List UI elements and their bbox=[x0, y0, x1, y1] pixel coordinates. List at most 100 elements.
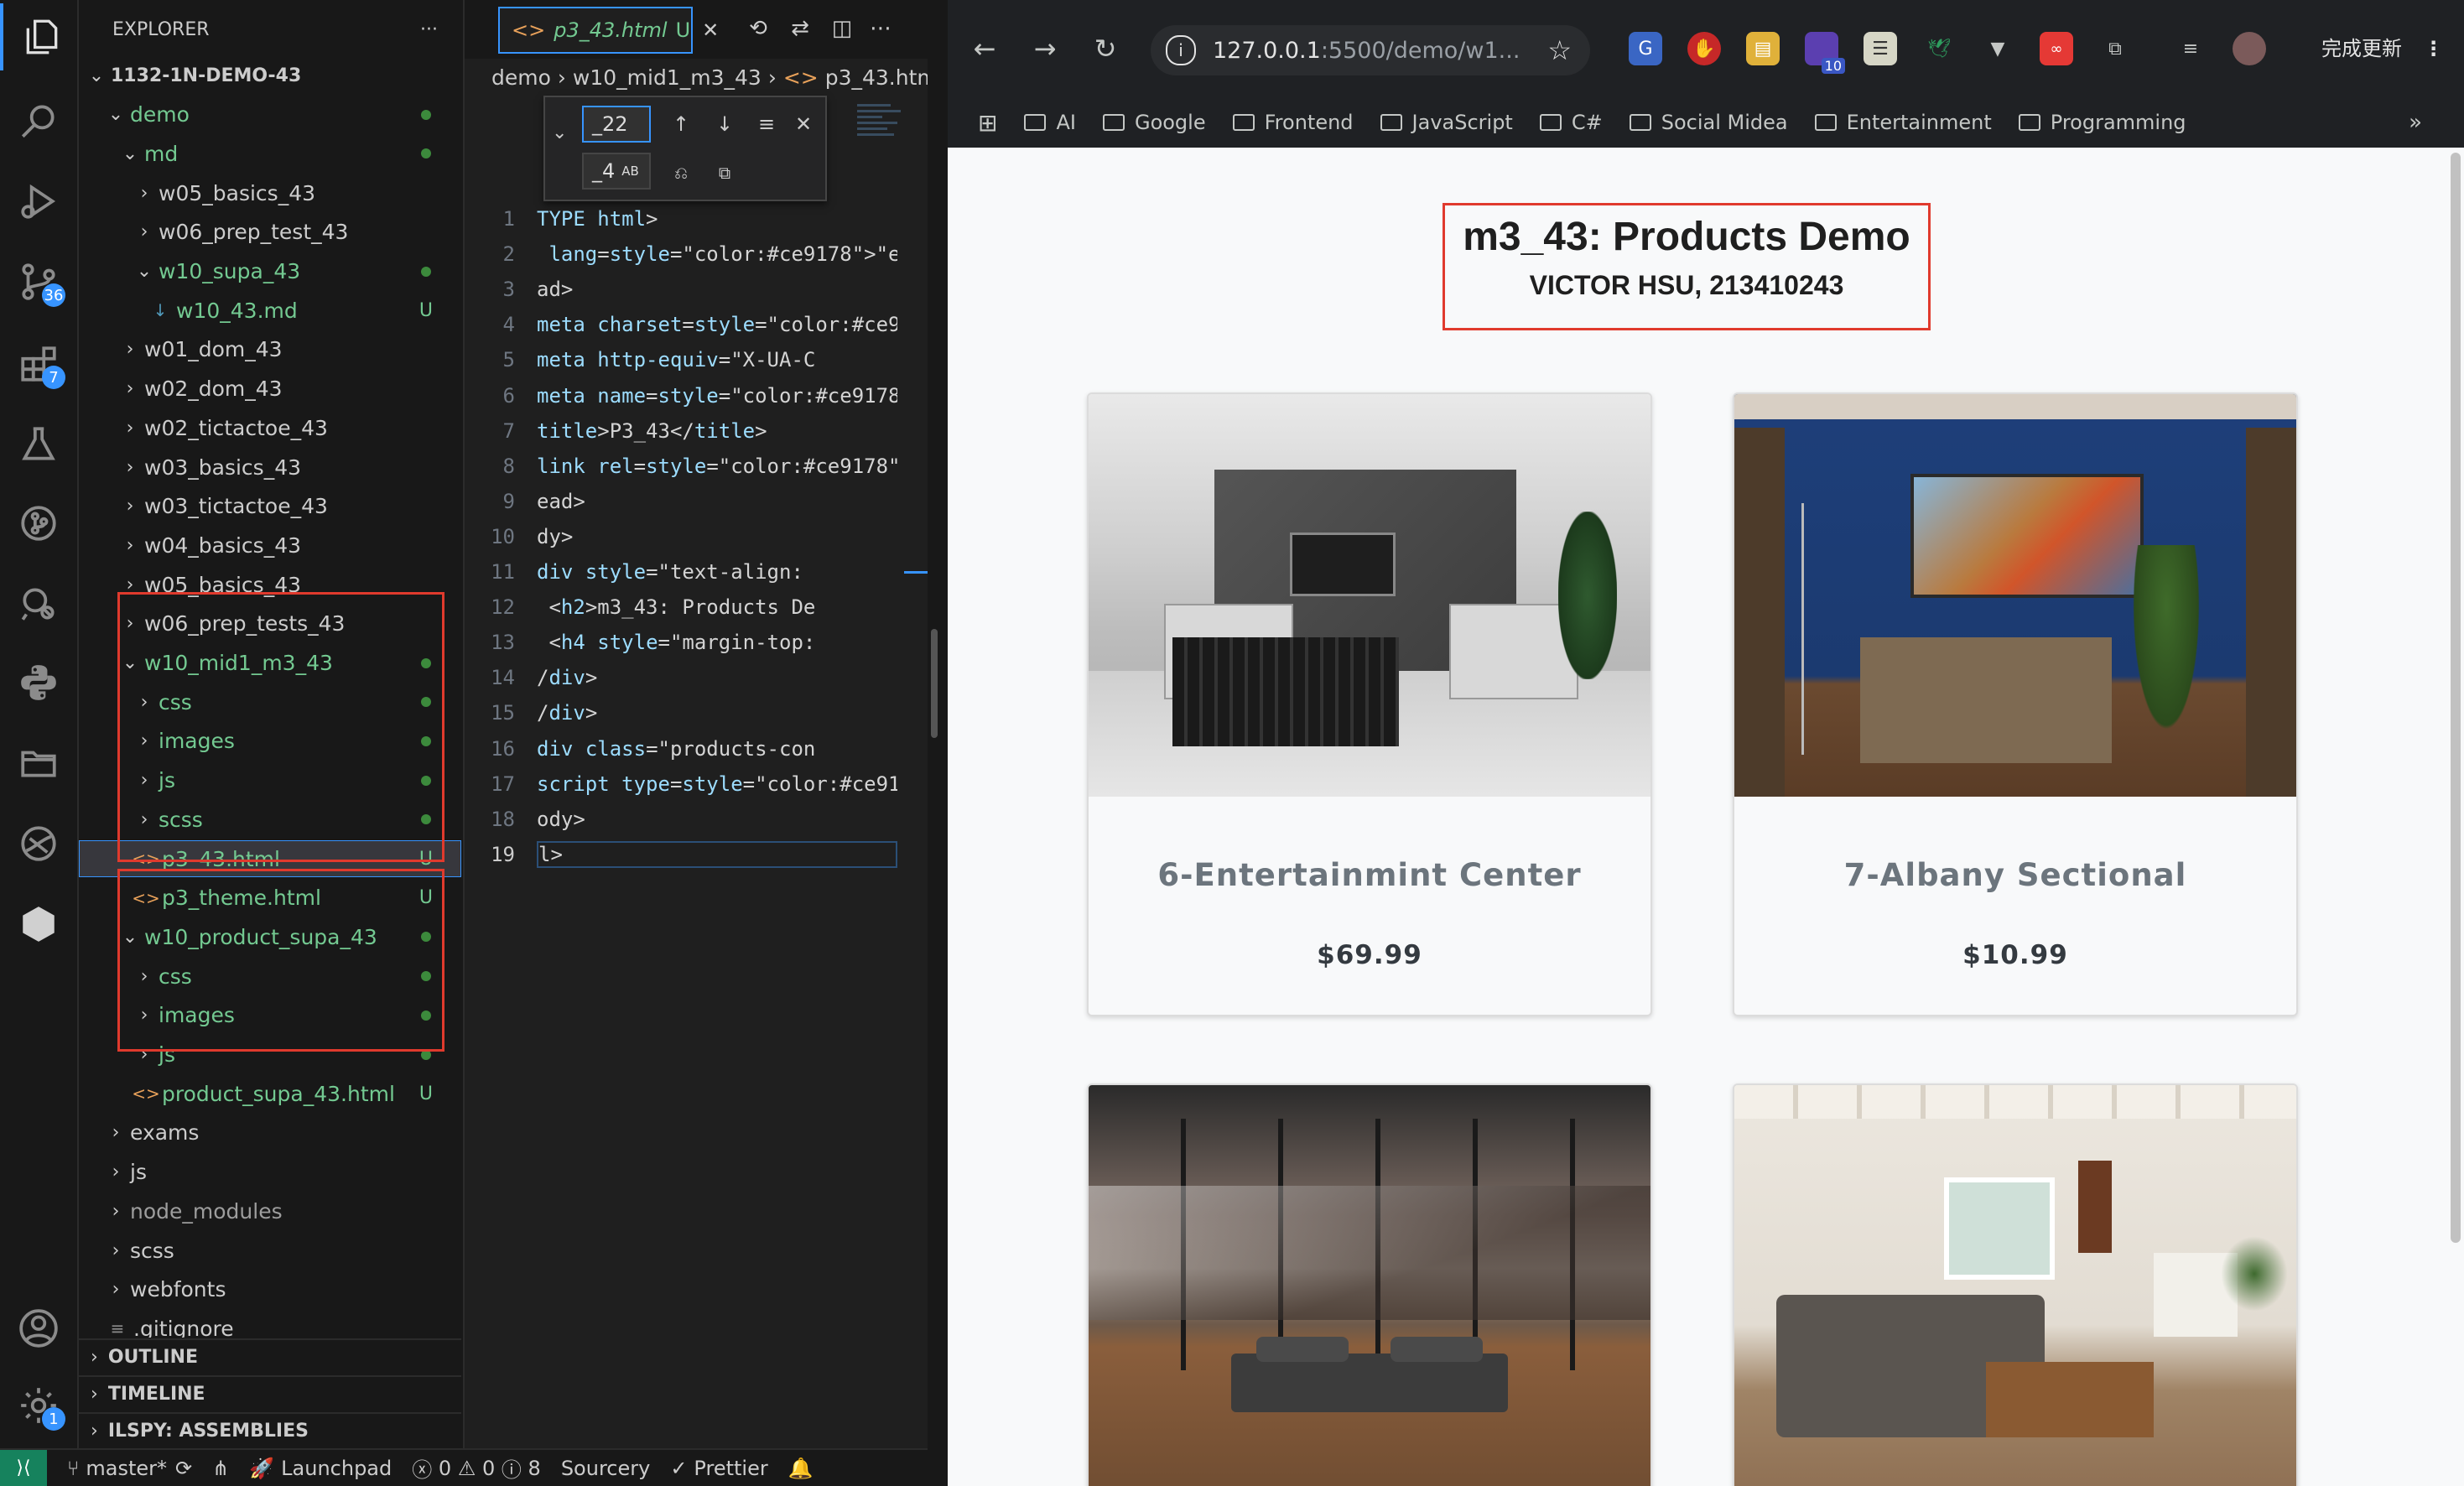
explorer-more-button[interactable]: ··· bbox=[420, 19, 438, 40]
tree-item[interactable]: › js bbox=[79, 1037, 461, 1073]
infinity-extension-icon[interactable]: ∞ bbox=[2040, 32, 2073, 65]
find-in-selection-icon[interactable]: ≡ bbox=[751, 109, 782, 139]
launchpad-status[interactable]: 🚀 Launchpad bbox=[249, 1457, 392, 1480]
tree-item[interactable]: › css bbox=[79, 958, 461, 995]
page-scrollbar[interactable] bbox=[2451, 153, 2461, 1243]
code-line[interactable]: 10 dy> bbox=[465, 519, 928, 554]
tree-item[interactable]: ↓ w10_43.md U bbox=[79, 292, 461, 329]
sourcery-status[interactable]: Sourcery bbox=[561, 1457, 651, 1480]
code-line[interactable]: 6 meta name=style="color:#ce9178">"viewpo… bbox=[465, 378, 928, 413]
tree-item[interactable]: › node_modules bbox=[79, 1192, 461, 1229]
apps-grid-icon[interactable]: ⊞ bbox=[978, 109, 997, 137]
preserve-case-icon[interactable]: AB bbox=[621, 164, 639, 179]
folders-icon[interactable] bbox=[0, 730, 77, 797]
code-line[interactable]: 13 <h4 style="margin-top: bbox=[465, 625, 928, 660]
docker-icon[interactable] bbox=[0, 810, 77, 877]
bookmark-folder[interactable]: Entertainment bbox=[1814, 111, 1992, 134]
search-icon[interactable] bbox=[0, 87, 77, 154]
tree-item[interactable]: › exams bbox=[79, 1114, 461, 1151]
code-line[interactable]: 11 div style="text-align: bbox=[465, 554, 928, 590]
code-line[interactable]: 3 ad> bbox=[465, 272, 928, 307]
panel-ilspy-assemblies[interactable]: › ILSPY: ASSEMBLIES bbox=[79, 1412, 461, 1447]
tree-item[interactable]: ⌄ demo bbox=[79, 96, 461, 133]
code-line[interactable]: 2 lang=style="color:#ce9178">"en"> bbox=[465, 236, 928, 272]
panel-outline[interactable]: › OUTLINE bbox=[79, 1338, 461, 1374]
tree-item[interactable]: › w05_basics_43 bbox=[79, 174, 461, 211]
tree-item[interactable]: › js bbox=[79, 762, 461, 799]
tree-item[interactable]: <> product_supa_43.html U bbox=[79, 1075, 461, 1112]
site-info-icon[interactable]: i bbox=[1166, 35, 1196, 65]
menu-kebab-icon[interactable]: ⋮ bbox=[2424, 37, 2444, 60]
tree-item[interactable]: › w06_prep_test_43 bbox=[79, 214, 461, 251]
product-card[interactable] bbox=[1733, 1083, 2298, 1486]
explorer-icon[interactable] bbox=[0, 3, 81, 70]
tree-item[interactable]: › images bbox=[79, 997, 461, 1034]
tree-item[interactable]: › w03_tictactoe_43 bbox=[79, 488, 461, 525]
close-tab-icon[interactable]: ✕ bbox=[702, 18, 719, 42]
code-line[interactable]: 16 div class="products-con bbox=[465, 731, 928, 766]
editor-more-icon[interactable]: ⋯ bbox=[864, 12, 897, 45]
breadcrumb-item[interactable]: demo bbox=[491, 65, 551, 90]
tab-p3-43-html[interactable]: <> p3_43.html U ✕ bbox=[498, 7, 719, 54]
extensions-puzzle-icon[interactable]: ⧉ bbox=[2098, 32, 2132, 65]
bookmark-folder[interactable]: Frontend bbox=[1232, 111, 1354, 134]
tree-item[interactable]: ⌄ w10_product_supa_43 bbox=[79, 918, 461, 955]
notifications-bell-icon[interactable]: 🔔 bbox=[788, 1457, 814, 1480]
code-line[interactable]: 12 <h2>m3_43: Products De bbox=[465, 590, 928, 625]
tree-item[interactable]: › w05_basics_43 bbox=[79, 566, 461, 603]
timeline-history-icon[interactable]: ⟲ bbox=[741, 12, 775, 45]
replace-all-icon[interactable]: ⧉ bbox=[710, 158, 740, 188]
update-button[interactable]: 完成更新 ⋮ bbox=[2321, 32, 2444, 61]
breadcrumb-item[interactable]: p3_43.htm bbox=[825, 65, 928, 90]
bird-extension-icon[interactable]: 🕊 bbox=[1922, 32, 1956, 65]
git-graph-status-icon[interactable]: ⋔ bbox=[212, 1457, 229, 1480]
breadcrumb-item[interactable]: w10_mid1_m3_43 bbox=[573, 65, 762, 90]
tree-item[interactable]: ⌄ 1132-1N-DEMO-43 bbox=[79, 59, 461, 94]
bookmark-folder[interactable]: Google bbox=[1102, 111, 1206, 134]
code-line[interactable]: 15/div> bbox=[465, 695, 928, 730]
tree-item[interactable]: › webfonts bbox=[79, 1271, 461, 1308]
tree-item[interactable]: › w02_dom_43 bbox=[79, 371, 461, 408]
remote-indicator-icon[interactable]: ⟩⟨ bbox=[0, 1450, 47, 1486]
media-control-icon[interactable]: ≡ bbox=[2174, 32, 2207, 65]
code-line[interactable]: 19 l> bbox=[465, 837, 928, 872]
code-line[interactable]: 9 ead> bbox=[465, 484, 928, 519]
address-bar[interactable]: i 127.0.0.1:5500/demo/w1... ☆ bbox=[1151, 25, 1590, 75]
tree-item[interactable]: › w01_dom_43 bbox=[79, 331, 461, 368]
tree-item[interactable]: › images bbox=[79, 723, 461, 760]
tree-item[interactable]: › scss bbox=[79, 1232, 461, 1269]
split-editor-icon[interactable]: ◫ bbox=[825, 12, 859, 45]
more-bookmarks-icon[interactable]: » bbox=[2409, 110, 2422, 135]
bookmark-folder[interactable]: Programming bbox=[2018, 111, 2186, 134]
split-sash[interactable] bbox=[931, 629, 938, 738]
tree-item[interactable]: ≡ .gitignore bbox=[79, 1310, 461, 1338]
bookmark-folder[interactable]: JavaScript bbox=[1380, 111, 1513, 134]
prettier-status[interactable]: ✓ Prettier bbox=[670, 1457, 767, 1480]
replace-one-icon[interactable]: ⎌ bbox=[666, 158, 696, 188]
bookmark-folder[interactable]: C# bbox=[1539, 111, 1603, 134]
tree-item[interactable]: ⌄ w10_supa_43 bbox=[79, 253, 461, 290]
account-icon[interactable] bbox=[0, 1295, 77, 1362]
python-icon[interactable] bbox=[0, 649, 77, 716]
product-card[interactable]: 7-Albany Sectional $10.99 bbox=[1733, 392, 2298, 1016]
git-branch-status[interactable]: ⑂ master* ⟳ bbox=[67, 1457, 192, 1480]
tree-item[interactable]: ⌄ w10_mid1_m3_43 bbox=[79, 645, 461, 682]
minimap[interactable] bbox=[857, 101, 907, 168]
toggle-replace-chevron-icon[interactable]: ⌄ bbox=[552, 122, 567, 143]
remote-explorer-icon[interactable] bbox=[0, 570, 77, 637]
bookmark-star-icon[interactable]: ☆ bbox=[1547, 34, 1572, 66]
previous-match-icon[interactable]: ↑ bbox=[666, 109, 696, 139]
tree-item[interactable]: › w04_basics_43 bbox=[79, 527, 461, 564]
profile-avatar[interactable] bbox=[2233, 32, 2266, 65]
panel-timeline[interactable]: › TIMELINE bbox=[79, 1375, 461, 1411]
problems-status[interactable]: ⓧ 0 ⚠ 0 ⓘ 8 bbox=[412, 1453, 541, 1483]
back-icon[interactable]: ← bbox=[966, 30, 1003, 67]
tree-item[interactable]: › css bbox=[79, 683, 461, 720]
code-line[interactable]: 4 meta charset=style="color:#ce9178">"UTF… bbox=[465, 307, 928, 342]
settings-gear-icon[interactable]: 1 bbox=[0, 1372, 77, 1439]
tree-item[interactable]: › w03_basics_43 bbox=[79, 449, 461, 486]
tree-item[interactable]: <> p3_43.html U bbox=[79, 840, 461, 877]
code-line[interactable]: 8 link rel=style="color:#ce9178">"stylesh… bbox=[465, 449, 928, 484]
run-debug-icon[interactable] bbox=[0, 168, 77, 235]
reload-icon[interactable]: ↻ bbox=[1087, 30, 1124, 67]
